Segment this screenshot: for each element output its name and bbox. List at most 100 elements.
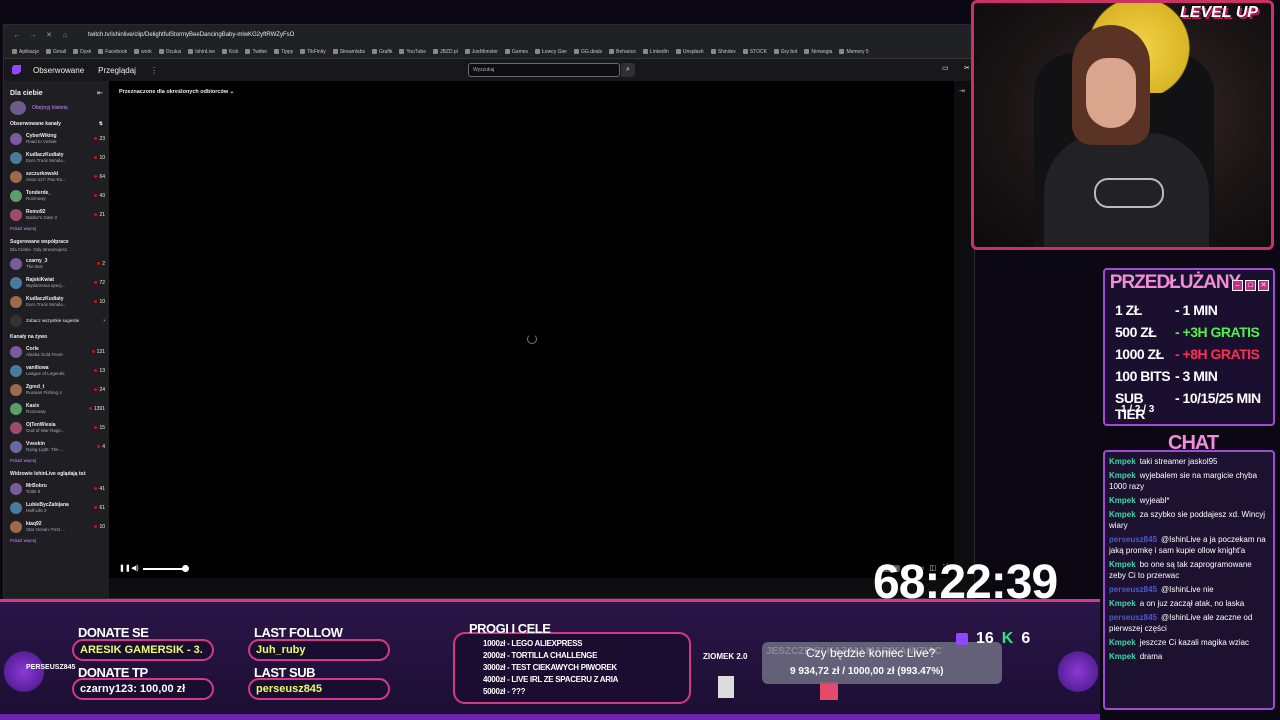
bookmark-item[interactable]: Facebook [98,49,127,55]
twitch-logo-icon[interactable] [12,65,21,75]
bookmark-item[interactable]: Łowcy Gier [535,49,567,55]
channel-item[interactable]: Corle Alaska Gold Fever 131 [4,342,109,361]
audience-dropdown[interactable]: Przeznaczone dla określonych odbiorców ⌄ [119,89,234,95]
address-bar: ← → ✕ ⌂ twitch.tv/ishinlive/clip/Delight… [4,25,974,45]
channel-item[interactable]: Tonderde_ Rozmowy 43 [4,186,109,205]
channel-item[interactable]: KudlaczKudiaty Euro Truck Simula... 10 [4,148,109,167]
bookmark-item[interactable]: JoeMonster [464,49,498,55]
channel-item[interactable]: CyberWiking Road to Vostok 23 [4,129,109,148]
bookmark-item[interactable]: YouTube [399,49,426,55]
channel-item[interactable]: Kasix Rozmowy 1391 [4,399,109,418]
channel-item[interactable]: KudlaczKudiaty Euro Truck Simula... 10 [4,292,109,311]
live-list: Corle Alaska Gold Fever 131 vanillowa League… [4,342,109,456]
channel-item[interactable]: OjTenWiesia God of War Ragn... 15 [4,418,109,437]
bookmark-icon [839,49,845,54]
bookmark-item[interactable]: Memory 5 [839,49,869,55]
bookmark-icon [12,49,17,54]
viewer-count: 4 [102,443,105,450]
bookmark-item[interactable]: Kick [222,49,238,55]
bookmark-item[interactable]: Tippy [274,49,293,55]
bookmark-item[interactable]: LinkedIn [642,49,669,55]
live-dot-icon [97,262,101,265]
bookmark-item[interactable]: Oculus [158,49,181,55]
sort-icon[interactable]: ⇅ [99,121,103,127]
bookmark-icon [642,49,648,54]
channel-item[interactable]: vanillowa League of Legends 13 [4,361,109,380]
channel-item[interactable]: szczurkowski Anno 117: Pax Ro... 64 [4,167,109,186]
bookmark-icon [804,49,810,54]
channel-item[interactable]: kiaq92 Star Ocean: First ... 10 [4,517,109,536]
forward-icon[interactable]: → [28,32,38,39]
viewer-count: 2 [102,260,105,267]
volume-slider[interactable] [143,568,185,570]
channel-item[interactable]: Vveskin Dying Light: The ... 4 [4,437,109,456]
donate-tp-value: czarny123: 100,00 zł [80,683,186,695]
chat-username: perseusz845 [1109,535,1158,544]
bookmark-item[interactable]: STOCK [742,49,767,55]
bookmark-item[interactable]: Grafik [372,49,392,55]
pixel-character [718,676,734,698]
expand-chat-icon[interactable]: ⇥ [959,87,965,95]
channel-item[interactable]: LubieBycZabijana Half-Life 2 61 [4,498,109,517]
avatar [10,257,22,270]
see-all-suggestions[interactable]: Zobacz wszystkie sugestie › [4,311,109,330]
channel-item[interactable]: Zgred_t Russian Fishing 4 24 [4,380,109,399]
bookmark-item[interactable]: Shindev [710,49,736,55]
url-text[interactable]: twitch.tv/ishinlive/clip/DelightfulStorm… [88,32,294,38]
show-more-link-also[interactable]: Pokaż więcej [4,536,109,547]
channel-item[interactable]: RajskiKwiat Wydarzenia specj... 72 [4,273,109,292]
bookmark-item[interactable]: Games [504,49,528,55]
volume-icon[interactable]: ◀) [131,564,139,572]
bookmark-item[interactable]: Gmail [46,49,66,55]
bookmark-item[interactable]: Aplikacje [12,49,39,55]
bookmark-icon [222,49,228,54]
channel-item[interactable]: czarny_3 The Bus 2 [4,254,109,273]
close-tab-icon[interactable]: ✕ [44,31,54,39]
search-input[interactable]: Wyszukaj [468,63,620,77]
bookmark-item[interactable]: TikFinity [300,49,326,55]
bookmarks-bar: Aplikacje Gmail Dysk Facebook work Oculus Ishi… [4,45,974,59]
channel-game: League of Legends [26,371,65,376]
prime-icon[interactable]: ✂ [964,64,970,72]
bookmark-item[interactable]: Twitter [245,49,267,55]
bookmark-item[interactable]: JBZD.pl [433,49,458,55]
live-dot-icon [94,388,98,391]
show-more-link[interactable]: Pokaż więcej [4,224,109,235]
inbox-icon[interactable]: ▭ [942,64,949,72]
bookmark-item[interactable]: Dysk [73,49,91,55]
show-more-link-live[interactable]: Pokaż więcej [4,456,109,467]
nav-browse[interactable]: Przeglądaj [98,66,136,75]
home-icon[interactable]: ⌂ [60,32,70,39]
bookmark-item[interactable]: work [134,49,152,55]
stream-overlay-canvas: { "browser": { "url": "twitch.tv/ishinli… [0,0,1280,720]
avatar [10,189,22,202]
bookmark-item[interactable]: GG.deals [574,49,602,55]
bookmark-item[interactable]: Streamlabs [332,49,365,55]
bookmark-item[interactable]: Gry bot [773,49,797,55]
history-link[interactable]: Obejrzyj historię [4,99,109,117]
back-icon[interactable]: ← [12,32,22,39]
bookmark-icon [504,49,510,54]
live-header: Kanały na żywo [10,334,48,340]
extended-row: 1000 ZŁ - +8H GRATIS [1115,346,1260,362]
channel-game: Road to Vostok [26,139,57,144]
video-player[interactable]: Przeznaczone dla określonych odbiorców ⌄… [109,81,954,578]
bookmark-item[interactable]: Unsplash [675,49,704,55]
nav-more-icon[interactable]: ⋮ [150,66,158,75]
chat-message: Kmpek za szybko sie poddajesz xd. Wincyj … [1109,509,1269,531]
bookmark-item[interactable]: Norwegia [804,49,832,55]
bookmark-item[interactable]: IshinLive [188,49,215,55]
avatar [10,383,22,396]
search-icon[interactable]: ⌕ [621,63,635,77]
chevron-right-icon: › [103,317,105,324]
bookmark-icon [46,49,52,54]
channel-game: Euro Truck Simula... [26,302,67,307]
volume-knob[interactable] [182,565,189,572]
pause-icon[interactable]: ❚❚ [119,564,131,572]
bookmark-item[interactable]: Behance [609,49,636,55]
collapse-sidebar-icon[interactable]: ⇤ [97,89,103,97]
channel-item[interactable]: Remo92 Baldur's Gate 3 21 [4,205,109,224]
nav-following[interactable]: Obserwowane [33,66,84,75]
channel-item[interactable]: MrBobru Toilet 8 41 [4,479,109,498]
channel-game: Alaska Gold Fever [26,352,64,357]
